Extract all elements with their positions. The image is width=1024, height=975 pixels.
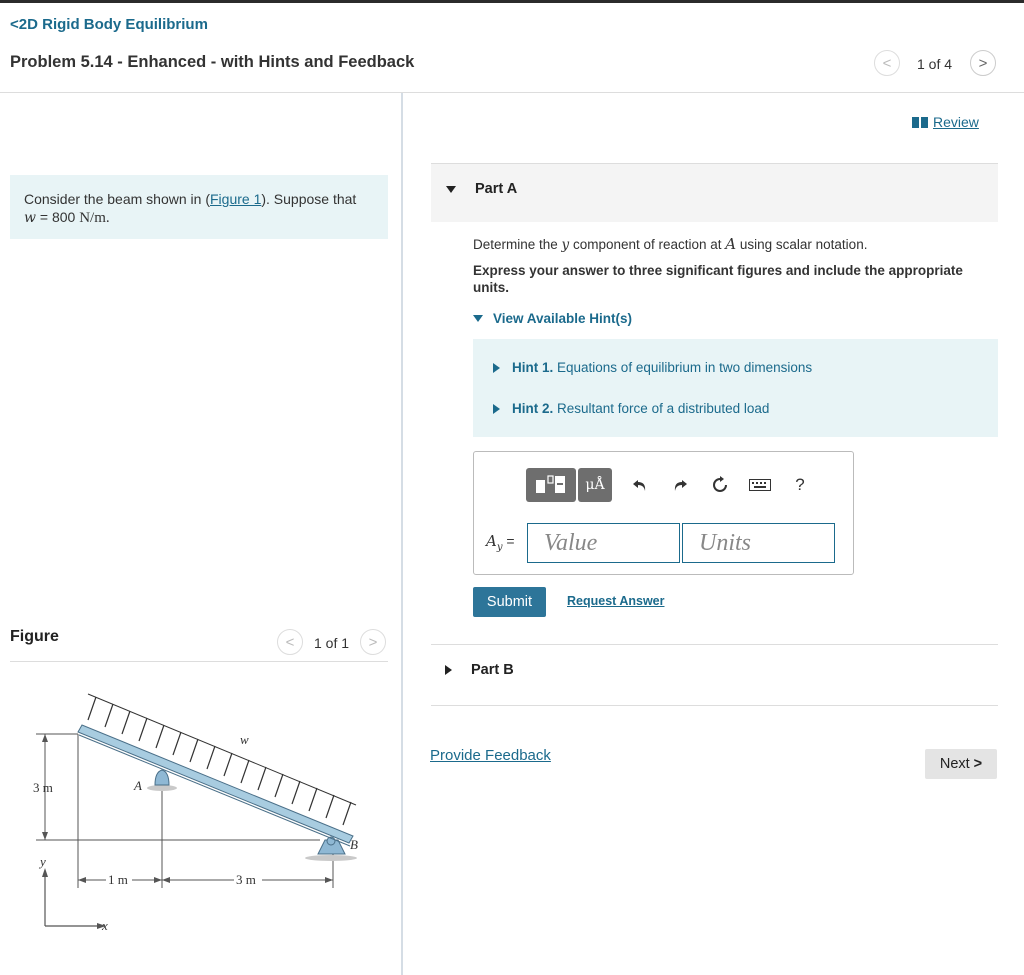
- hint-1-number: Hint 1.: [512, 360, 554, 375]
- question-text: Determine the y component of reaction at…: [473, 235, 867, 253]
- load-arrows: [87, 696, 352, 826]
- support-A: [154, 769, 170, 786]
- axis-y-label: y: [38, 854, 46, 869]
- hint-2-number: Hint 2.: [512, 401, 554, 416]
- next-button[interactable]: Next >: [925, 749, 997, 779]
- beam: [77, 724, 354, 844]
- hint-1-text: Equations of equilibrium in two dimensio…: [553, 360, 813, 375]
- keyboard-icon[interactable]: [740, 468, 780, 502]
- pane-divider: [401, 93, 403, 975]
- units-input[interactable]: Units: [682, 523, 835, 563]
- breadcrumb-label: 2D Rigid Body Equilibrium: [18, 16, 208, 33]
- figure-divider: [10, 661, 388, 662]
- next-label: Next: [939, 756, 970, 772]
- chevron-right-icon: >: [368, 633, 378, 651]
- arrowhead: [162, 877, 170, 883]
- templates-button[interactable]: [526, 468, 576, 502]
- request-answer-link[interactable]: Request Answer: [567, 594, 664, 608]
- q-A-symbol: A: [725, 235, 737, 253]
- arrowhead: [42, 734, 48, 742]
- caret-right-icon: [445, 665, 452, 675]
- view-hints-toggle[interactable]: View Available Hint(s): [473, 311, 632, 326]
- figure-pager: 1 of 1: [314, 635, 350, 651]
- header-divider: [0, 92, 1024, 93]
- prev-problem-button[interactable]: <: [874, 50, 900, 76]
- hints-toggle-label: View Available Hint(s): [493, 311, 633, 326]
- breadcrumb[interactable]: <2D Rigid Body Equilibrium: [10, 16, 208, 33]
- caret-right-icon: [493, 362, 500, 373]
- equals-sign: =: [502, 533, 515, 549]
- answer-panel: μÅ ? Ay = Value Units: [473, 451, 854, 575]
- book-icon: [912, 116, 928, 128]
- templates-icon: [536, 475, 565, 493]
- part-divider: [431, 705, 998, 706]
- q-text: Determine the: [473, 237, 562, 252]
- var-A: A: [486, 532, 497, 550]
- figure-link[interactable]: Figure 1: [210, 191, 261, 207]
- dim-1m-label: 1 m: [108, 872, 128, 887]
- problem-pager: 1 of 4: [917, 56, 953, 72]
- part-a-label: Part A: [475, 181, 518, 197]
- w-units: N/m.: [79, 210, 110, 226]
- problem-text-cont: ). Suppose that: [261, 191, 357, 207]
- arrowhead: [42, 868, 48, 877]
- hint-1[interactable]: Hint 1. Equations of equilibrium in two …: [493, 360, 812, 375]
- part-b-label: Part B: [471, 662, 514, 678]
- arrowhead: [78, 877, 86, 883]
- caret-down-icon: [446, 186, 456, 193]
- chevron-left-icon: <: [285, 633, 295, 651]
- part-b-header[interactable]: Part B: [431, 645, 998, 705]
- hint-2[interactable]: Hint 2. Resultant force of a distributed…: [493, 401, 769, 416]
- problem-statement: Consider the beam shown in (Figure 1). S…: [10, 175, 388, 239]
- beam-edge: [78, 734, 351, 847]
- label-A: A: [133, 778, 142, 793]
- dim-3m-vertical-label: 3 m: [33, 780, 53, 795]
- undo-icon[interactable]: [620, 468, 660, 502]
- ground-A: [147, 785, 177, 791]
- review-link[interactable]: Review: [912, 114, 979, 130]
- label-w: w: [240, 732, 249, 747]
- arrowhead: [325, 877, 333, 883]
- next-problem-button[interactable]: >: [970, 50, 996, 76]
- units-symbols-button[interactable]: μÅ: [578, 468, 612, 502]
- w-value: = 800: [35, 209, 80, 225]
- help-icon[interactable]: ?: [780, 468, 820, 502]
- page-title: Problem 5.14 - Enhanced - with Hints and…: [10, 53, 415, 71]
- axis-x-label: x: [101, 918, 108, 933]
- dim-3m-horizontal-label: 3 m: [236, 872, 256, 887]
- problem-text: Consider the beam shown in (: [24, 191, 210, 207]
- value-input[interactable]: Value: [527, 523, 680, 563]
- top-border: [0, 0, 1024, 3]
- q-text-end: using scalar notation.: [736, 237, 868, 252]
- redo-icon[interactable]: [660, 468, 700, 502]
- submit-button[interactable]: Submit: [473, 587, 546, 617]
- provide-feedback-link[interactable]: Provide Feedback: [430, 747, 551, 764]
- chevron-right-icon: >: [973, 756, 983, 772]
- figure-heading: Figure: [10, 628, 59, 645]
- beam-figure: 3 m 1 m 3 m y x B A w: [33, 693, 358, 933]
- ground-B: [305, 855, 357, 861]
- chevron-left-icon: <: [882, 54, 892, 72]
- hints-panel: Hint 1. Equations of equilibrium in two …: [473, 339, 998, 437]
- chevron-left-icon: <: [10, 16, 19, 33]
- instructions-text: Express your answer to three significant…: [473, 263, 963, 295]
- prev-figure-button[interactable]: <: [277, 629, 303, 655]
- reset-icon[interactable]: [700, 468, 740, 502]
- answer-variable-label: Ay =: [486, 532, 515, 553]
- w-symbol: w: [24, 210, 36, 226]
- q-text-mid: component of reaction at: [569, 237, 726, 252]
- math-toolbar: μÅ ?: [526, 468, 820, 502]
- chevron-right-icon: >: [978, 54, 988, 72]
- arrowhead: [42, 832, 48, 840]
- hint-2-text: Resultant force of a distributed load: [553, 401, 770, 416]
- review-label: Review: [933, 114, 979, 130]
- caret-right-icon: [493, 403, 500, 414]
- caret-down-icon: [473, 315, 483, 322]
- arrowhead: [154, 877, 162, 883]
- next-figure-button[interactable]: >: [360, 629, 386, 655]
- part-a-header[interactable]: Part A: [431, 163, 998, 222]
